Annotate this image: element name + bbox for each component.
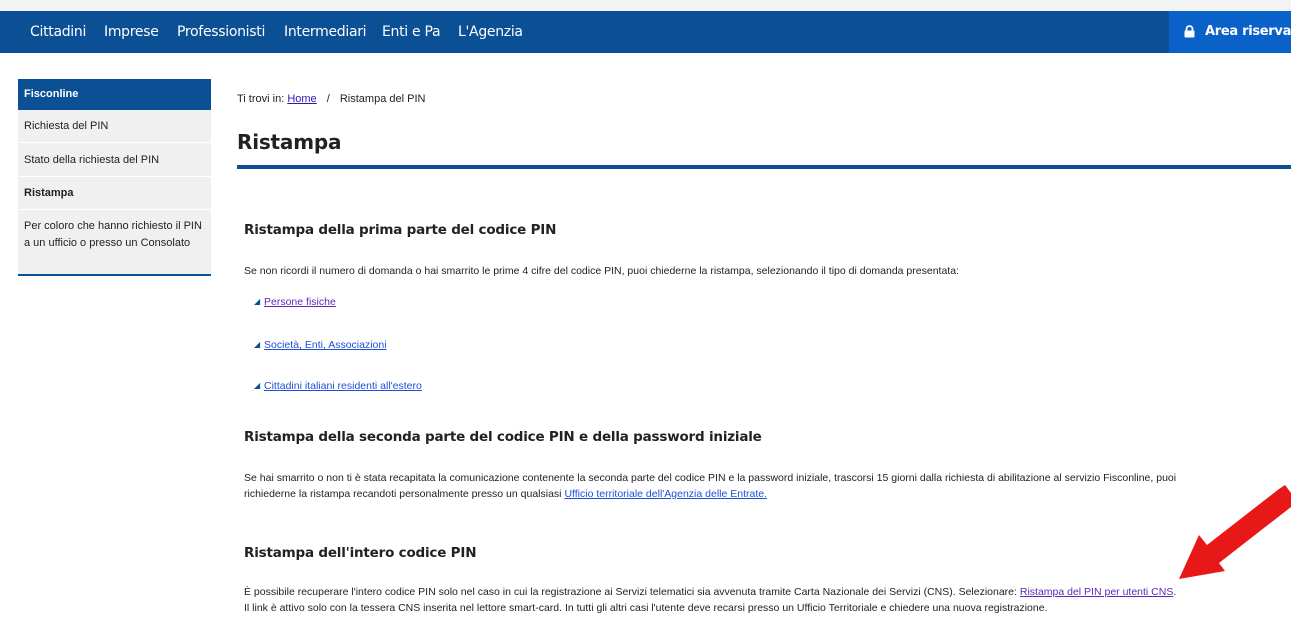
sidebar-item-ufficio-consolato[interactable]: Per coloro che hanno richiesto il PIN a … <box>18 210 211 276</box>
sidebar-item-richiesta-pin[interactable]: Richiesta del PIN <box>18 110 211 143</box>
sidebar-item-stato-richiesta[interactable]: Stato della richiesta del PIN <box>18 143 211 177</box>
area-riservata-button[interactable]: Area riservata <box>1169 11 1291 53</box>
list-item: ◢ Persone fisiche <box>254 296 336 308</box>
breadcrumb-prefix: Ti trovi in: <box>237 93 285 105</box>
section-heading-intero-codice: Ristampa dell'intero codice PIN <box>244 545 477 561</box>
section-text-intero-codice: È possibile recuperare l'intero codice P… <box>244 584 1176 616</box>
main-navbar: Cittadini Imprese Professionisti Interme… <box>0 11 1291 53</box>
bullet-icon: ◢ <box>254 340 261 349</box>
text-line: È possibile recuperare l'intero codice P… <box>244 586 1017 598</box>
section-text-prima-parte: Se non ricordi il numero di domanda o ha… <box>244 265 959 277</box>
link-persone-fisiche[interactable]: Persone fisiche <box>264 296 336 308</box>
breadcrumb-home-link[interactable]: Home <box>287 93 316 105</box>
link-societa-enti[interactable]: Società, Enti, Associazioni <box>264 339 387 351</box>
text-line-suffix: . <box>1173 586 1177 598</box>
list-item: ◢ Società, Enti, Associazioni <box>254 339 387 351</box>
sidebar-item-ristampa[interactable]: Ristampa <box>18 177 211 210</box>
nav-intermediari[interactable]: Intermediari <box>284 11 367 53</box>
text-line: richiederne la ristampa recandoti person… <box>244 488 562 500</box>
list-item: ◢ Cittadini italiani residenti all'estero <box>254 380 422 392</box>
link-ufficio-territoriale[interactable]: Ufficio territoriale dell'Agenzia delle … <box>564 488 767 500</box>
link-cittadini-estero[interactable]: Cittadini italiani residenti all'estero <box>264 380 422 392</box>
bullet-icon: ◢ <box>254 297 261 306</box>
sidebar: Fisconline Richiesta del PIN Stato della… <box>18 79 211 276</box>
nav-imprese[interactable]: Imprese <box>104 11 159 53</box>
nav-professionisti[interactable]: Professionisti <box>177 11 265 53</box>
text-line: Il link è attivo solo con la tessera CNS… <box>244 602 1048 614</box>
sidebar-title[interactable]: Fisconline <box>18 79 211 110</box>
nav-agenzia[interactable]: L'Agenzia <box>458 11 523 53</box>
text-line: Se hai smarrito o non ti è stata recapit… <box>244 472 1177 484</box>
area-riservata-label: Area riservata <box>1205 24 1291 39</box>
title-divider <box>237 165 1291 169</box>
nav-enti-e-pa[interactable]: Enti e Pa <box>382 11 441 53</box>
page-title: Ristampa <box>237 130 342 154</box>
section-text-seconda-parte: Se hai smarrito o non ti è stata recapit… <box>244 470 1176 502</box>
nav-cittadini[interactable]: Cittadini <box>30 11 86 53</box>
breadcrumb: Ti trovi in: Home / Ristampa del PIN <box>237 93 425 105</box>
breadcrumb-separator: / <box>326 93 330 105</box>
lock-icon <box>1184 25 1195 38</box>
red-arrow-icon <box>1179 485 1291 579</box>
top-strip <box>0 0 1291 11</box>
section-heading-seconda-parte: Ristampa della seconda parte del codice … <box>244 429 762 445</box>
link-ristampa-pin-cns[interactable]: Ristampa del PIN per utenti CNS <box>1020 586 1173 598</box>
section-heading-prima-parte: Ristampa della prima parte del codice PI… <box>244 222 557 238</box>
bullet-icon: ◢ <box>254 381 261 390</box>
breadcrumb-current: Ristampa del PIN <box>339 93 426 105</box>
